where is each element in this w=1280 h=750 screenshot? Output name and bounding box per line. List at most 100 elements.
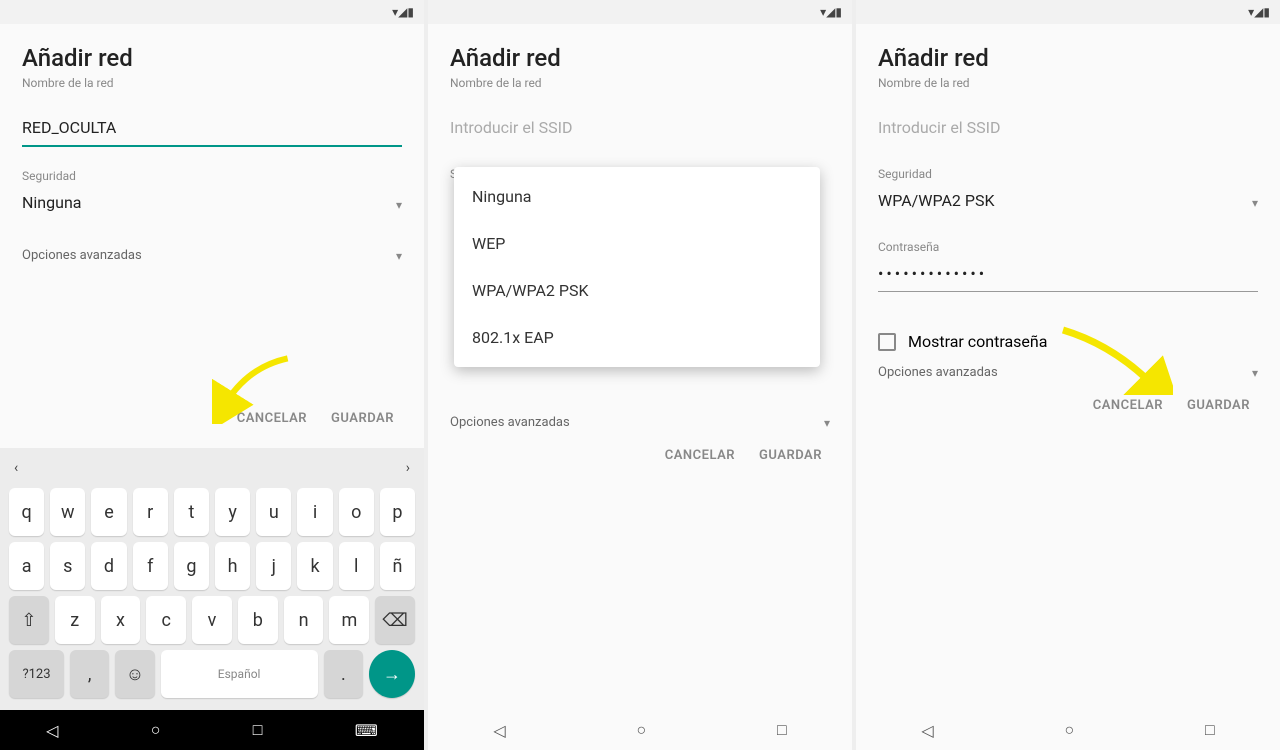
add-network-dialog: Añadir red Nombre de la red RED_OCULTA S… xyxy=(0,24,424,448)
dialog-title: Añadir red xyxy=(22,44,402,72)
key-r[interactable]: r xyxy=(133,488,168,536)
cancel-button[interactable]: CANCELAR xyxy=(1093,398,1163,413)
security-option-wep[interactable]: WEP xyxy=(454,220,820,267)
nav-home-icon[interactable]: ○ xyxy=(1064,720,1074,740)
chevron-down-icon: ▾ xyxy=(1252,366,1258,380)
key-h[interactable]: h xyxy=(215,542,250,590)
key-row-3: ⇧zxcvbnm⌫ xyxy=(6,596,418,644)
key-c[interactable]: c xyxy=(146,596,186,644)
nav-recent-icon[interactable]: □ xyxy=(777,720,787,740)
key-a[interactable]: a xyxy=(9,542,44,590)
key-w[interactable]: w xyxy=(50,488,85,536)
status-bar: ▾◢▮ xyxy=(856,0,1280,24)
nav-home-icon[interactable]: ○ xyxy=(636,720,646,740)
key-⌫[interactable]: ⌫ xyxy=(375,596,415,644)
key-m[interactable]: m xyxy=(329,596,369,644)
suggestion-bar[interactable]: ‹› xyxy=(4,454,420,482)
security-option-wpa[interactable]: WPA/WPA2 PSK xyxy=(454,267,820,314)
save-button[interactable]: GUARDAR xyxy=(1187,398,1250,413)
screenshot-2: ▾◢▮ Añadir red Nombre de la red Introduc… xyxy=(428,0,856,750)
key-enter[interactable]: → xyxy=(369,650,415,698)
chevron-down-icon: ▾ xyxy=(1252,196,1258,210)
nav-bar: ◁ ○ □ ⌨ xyxy=(0,710,424,750)
security-select[interactable]: WPA/WPA2 PSK ▾ xyxy=(878,187,1258,218)
cancel-button[interactable]: CANCELAR xyxy=(665,448,735,463)
nav-keyboard-icon[interactable]: ⌨ xyxy=(355,721,378,740)
security-option-8021x[interactable]: 802.1x EAP xyxy=(454,314,820,361)
nav-bar: ◁ ○ □ xyxy=(856,710,1280,750)
key-t[interactable]: t xyxy=(174,488,209,536)
checkbox-icon xyxy=(878,333,896,351)
dialog-title: Añadir red xyxy=(450,44,830,72)
key-s[interactable]: s xyxy=(50,542,85,590)
key-n[interactable]: n xyxy=(284,596,324,644)
advanced-options[interactable]: Opciones avanzadas ▾ xyxy=(878,365,1258,380)
nav-bar: ◁ ○ □ xyxy=(428,710,852,750)
status-bar: ▾◢▮ xyxy=(428,0,852,24)
key-y[interactable]: y xyxy=(215,488,250,536)
key-q[interactable]: q xyxy=(9,488,44,536)
key-d[interactable]: d xyxy=(91,542,126,590)
chevron-down-icon: ▾ xyxy=(396,249,402,263)
ssid-label: Nombre de la red xyxy=(878,76,1258,90)
security-label: Seguridad xyxy=(878,167,1258,181)
chevron-down-icon: ▾ xyxy=(396,198,402,212)
key-space[interactable]: Español xyxy=(161,650,318,698)
key-x[interactable]: x xyxy=(101,596,141,644)
save-button[interactable]: GUARDAR xyxy=(759,448,822,463)
key-symbols[interactable]: ?123 xyxy=(9,650,64,698)
ssid-input[interactable]: Introducir el SSID xyxy=(878,114,1258,145)
nav-back-icon[interactable]: ◁ xyxy=(493,721,505,740)
key-k[interactable]: k xyxy=(297,542,332,590)
key-u[interactable]: u xyxy=(256,488,291,536)
key-o[interactable]: o xyxy=(339,488,374,536)
security-option-none[interactable]: Ninguna xyxy=(454,173,820,220)
password-input[interactable]: ••••••••••••• xyxy=(878,260,1258,292)
ssid-input[interactable]: Introducir el SSID xyxy=(450,114,830,145)
security-dropdown-popup: Ninguna WEP WPA/WPA2 PSK 802.1x EAP xyxy=(454,167,820,367)
screenshot-1: ▾◢▮ Añadir red Nombre de la red RED_OCUL… xyxy=(0,0,428,750)
add-network-dialog: Añadir red Nombre de la red Introducir e… xyxy=(428,24,852,485)
key-b[interactable]: b xyxy=(238,596,278,644)
show-password-checkbox[interactable]: Mostrar contraseña xyxy=(878,332,1258,351)
status-bar: ▾◢▮ xyxy=(0,0,424,24)
key-z[interactable]: z xyxy=(55,596,95,644)
key-j[interactable]: j xyxy=(256,542,291,590)
save-button[interactable]: GUARDAR xyxy=(331,411,394,426)
nav-back-icon[interactable]: ◁ xyxy=(921,721,933,740)
ssid-label: Nombre de la red xyxy=(450,76,830,90)
soft-keyboard[interactable]: ‹› qwertyuiop asdfghjklñ ⇧zxcvbnm⌫ ?123 … xyxy=(0,448,424,710)
key-v[interactable]: v xyxy=(192,596,232,644)
advanced-options[interactable]: Opciones avanzadas ▾ xyxy=(22,248,402,263)
key-emoji[interactable]: ☺ xyxy=(115,650,154,698)
key-row-1: qwertyuiop xyxy=(6,488,418,536)
key-ñ[interactable]: ñ xyxy=(380,542,415,590)
key-p[interactable]: p xyxy=(380,488,415,536)
security-label: Seguridad xyxy=(22,169,402,183)
key-i[interactable]: i xyxy=(297,488,332,536)
key-comma[interactable]: , xyxy=(70,650,109,698)
key-row-2: asdfghjklñ xyxy=(6,542,418,590)
key-f[interactable]: f xyxy=(133,542,168,590)
nav-home-icon[interactable]: ○ xyxy=(151,720,161,740)
chevron-down-icon: ▾ xyxy=(824,416,830,430)
advanced-options[interactable]: Opciones avanzadas ▾ xyxy=(450,415,830,430)
cancel-button[interactable]: CANCELAR xyxy=(237,411,307,426)
ssid-label: Nombre de la red xyxy=(22,76,402,90)
screenshot-3: ▾◢▮ Añadir red Nombre de la red Introduc… xyxy=(856,0,1280,750)
key-g[interactable]: g xyxy=(174,542,209,590)
nav-back-icon[interactable]: ◁ xyxy=(46,721,58,740)
key-period[interactable]: . xyxy=(324,650,363,698)
dialog-title: Añadir red xyxy=(878,44,1258,72)
ssid-input[interactable]: RED_OCULTA xyxy=(22,114,402,147)
add-network-dialog: Añadir red Nombre de la red Introducir e… xyxy=(856,24,1280,435)
nav-recent-icon[interactable]: □ xyxy=(1205,720,1215,740)
nav-recent-icon[interactable]: □ xyxy=(253,720,263,740)
key-⇧[interactable]: ⇧ xyxy=(9,596,49,644)
status-icons: ▾◢▮ xyxy=(392,5,414,19)
key-l[interactable]: l xyxy=(339,542,374,590)
security-select[interactable]: Ninguna ▾ xyxy=(22,189,402,220)
key-row-4: ?123 , ☺ Español . → xyxy=(6,650,418,698)
key-e[interactable]: e xyxy=(91,488,126,536)
password-label: Contraseña xyxy=(878,240,1258,254)
